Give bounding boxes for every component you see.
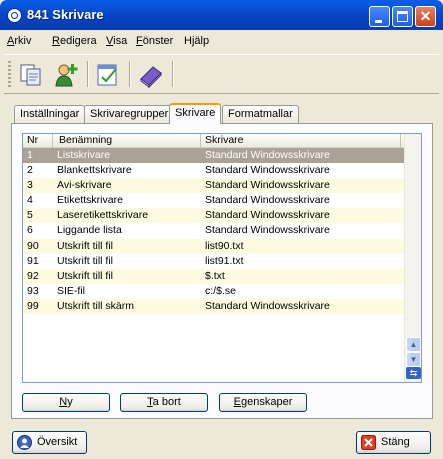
- tab-installningar[interactable]: Inställningar: [14, 105, 86, 123]
- tab-skrivaregrupper[interactable]: Skrivaregrupper: [84, 105, 175, 123]
- table-row[interactable]: 93 SIE-fil c:/$.se: [23, 283, 404, 299]
- cell-nr: 3: [27, 179, 33, 192]
- table-row[interactable]: 6 Liggande lista Standard Windowsskrivare: [23, 223, 404, 239]
- cell-skrivare: Standard Windowsskrivare: [205, 164, 330, 177]
- cell-nr: 2: [27, 164, 33, 177]
- table-row[interactable]: 3 Avi-skrivare Standard Windowsskrivare: [23, 178, 404, 194]
- close-icon: ✕: [419, 8, 432, 24]
- table-row[interactable]: 2 Blankettskrivare Standard Windowsskrivar…: [23, 163, 404, 179]
- copy-document-icon[interactable]: [16, 59, 46, 89]
- menu-visa[interactable]: Visa: [106, 35, 127, 47]
- toolbar-separator-3: [172, 61, 174, 87]
- cell-nr: 92: [27, 269, 39, 282]
- overview-label: Översikt: [37, 436, 78, 448]
- overview-icon: [17, 435, 32, 450]
- table-header: Nr Benämning Skrivare: [23, 134, 404, 148]
- cell-skrivare: Standard Windowsskrivare: [205, 194, 330, 207]
- tab-label: Skrivare: [175, 107, 216, 119]
- cell-nr: 1: [27, 149, 33, 161]
- table-row[interactable]: 4 Etikettskrivare Standard Windowsskrivare: [23, 193, 404, 209]
- table-body: 1 Listskrivare Standard Windowsskrivare 2 Bl…: [23, 148, 404, 315]
- tab-label: Inställningar: [20, 108, 80, 120]
- window-title: 841 Skrivare: [27, 7, 104, 22]
- cell-skrivare: Standard Windowsskrivare: [205, 179, 330, 192]
- cell-benamning: Laseretikettskrivare: [57, 209, 149, 222]
- cell-benamning: Utskrift till fil: [57, 254, 113, 267]
- menu-bar: Arkiv Redigera Visa Fönster Hjälp: [4, 31, 439, 53]
- cell-skrivare: Standard Windowsskrivare: [205, 149, 330, 161]
- cell-skrivare: Standard Windowsskrivare: [205, 299, 330, 312]
- cell-nr: 90: [27, 239, 39, 252]
- close-dialog-button[interactable]: Stäng: [356, 431, 431, 454]
- cell-skrivare: Standard Windowsskrivare: [205, 209, 330, 222]
- maximize-icon: [397, 11, 408, 22]
- edit-note-icon[interactable]: [92, 59, 122, 89]
- tab-panel-skrivare: Nr Benämning Skrivare 1 Listskrivare Stand…: [11, 123, 433, 419]
- cell-nr: 91: [27, 254, 39, 267]
- close-x-icon: [361, 435, 376, 450]
- add-user-icon[interactable]: [52, 59, 82, 89]
- cell-benamning: Listskrivare: [57, 149, 111, 161]
- table-row[interactable]: 1 Listskrivare Standard Windowsskrivare: [23, 148, 404, 164]
- cell-benamning: SIE-fil: [57, 284, 86, 297]
- column-settings-icon[interactable]: ⇆: [406, 367, 421, 379]
- cell-benamning: Blankettskrivare: [57, 164, 132, 177]
- overview-button[interactable]: Översikt: [12, 431, 87, 454]
- tab-control: Inställningar Skrivaregrupper Skrivare F…: [4, 96, 439, 426]
- cell-skrivare: Standard Windowsskrivare: [205, 224, 330, 237]
- scroll-up-button[interactable]: ▲: [406, 337, 421, 352]
- tab-formatmallar[interactable]: Formatmallar: [222, 105, 299, 123]
- cell-benamning: Utskrift till skärm: [57, 299, 134, 312]
- close-window-button[interactable]: ✕: [415, 6, 436, 27]
- properties-button[interactable]: Egenskaper: [219, 393, 307, 412]
- cell-benamning: Etikettskrivare: [57, 194, 123, 207]
- table-row[interactable]: 91 Utskrift till fil list91.txt: [23, 253, 404, 269]
- toolbar-separator: [87, 61, 89, 87]
- toolbar-separator-2: [129, 61, 131, 87]
- tab-label: Skrivaregrupper: [90, 108, 169, 120]
- minimize-button[interactable]: [369, 6, 390, 27]
- toolbar-grip[interactable]: [8, 61, 11, 87]
- minimize-icon: [375, 20, 382, 23]
- cell-nr: 6: [27, 224, 33, 237]
- menu-redigera[interactable]: Redigera: [52, 35, 97, 47]
- close-label: Stäng: [381, 436, 410, 448]
- title-bar[interactable]: 841 Skrivare ✕: [0, 0, 443, 30]
- maximize-button[interactable]: [392, 6, 413, 27]
- cell-skrivare: list91.txt: [205, 254, 244, 267]
- column-header-nr[interactable]: Nr: [23, 134, 53, 148]
- cell-benamning: Liggande lista: [57, 224, 122, 237]
- new-button[interactable]: Ny: [22, 393, 110, 412]
- printer-table[interactable]: Nr Benämning Skrivare 1 Listskrivare Stand…: [22, 133, 422, 383]
- menu-arkiv[interactable]: Arkiv: [7, 35, 31, 47]
- tab-skrivare[interactable]: Skrivare: [169, 103, 222, 124]
- column-header-skrivare[interactable]: Skrivare: [201, 134, 401, 148]
- menu-hjalp[interactable]: Hjälp: [184, 35, 209, 47]
- cell-nr: 99: [27, 299, 39, 312]
- toolbar: [4, 54, 439, 94]
- cell-benamning: Utskrift till fil: [57, 239, 113, 252]
- menu-fonster[interactable]: Fönster: [136, 35, 173, 47]
- cell-skrivare: c:/$.se: [205, 284, 236, 297]
- cell-nr: 5: [27, 209, 33, 222]
- cell-benamning: Avi-skrivare: [57, 179, 112, 192]
- tab-label: Formatmallar: [228, 108, 293, 120]
- app-icon: [7, 8, 22, 23]
- cell-skrivare: $.txt: [205, 269, 225, 282]
- vertical-scrollbar[interactable]: ▲ ▼ ⇆: [404, 134, 421, 382]
- cell-skrivare: list90.txt: [205, 239, 244, 252]
- cell-benamning: Utskrift till fil: [57, 269, 113, 282]
- scroll-down-button[interactable]: ▼: [406, 352, 421, 367]
- delete-button[interactable]: Ta bort: [120, 393, 208, 412]
- column-header-benamning[interactable]: Benämning: [53, 134, 201, 148]
- table-row[interactable]: 90 Utskrift till fil list90.txt: [23, 238, 404, 254]
- table-row[interactable]: 5 Laseretikettskrivare Standard Windowsskr…: [23, 208, 404, 224]
- cell-nr: 4: [27, 194, 33, 207]
- book-icon[interactable]: [136, 59, 166, 89]
- table-row[interactable]: 92 Utskrift till fil $.txt: [23, 268, 404, 284]
- table-row[interactable]: 99 Utskrift till skärm Standard Windowsskr…: [23, 298, 404, 315]
- cell-nr: 93: [27, 284, 39, 297]
